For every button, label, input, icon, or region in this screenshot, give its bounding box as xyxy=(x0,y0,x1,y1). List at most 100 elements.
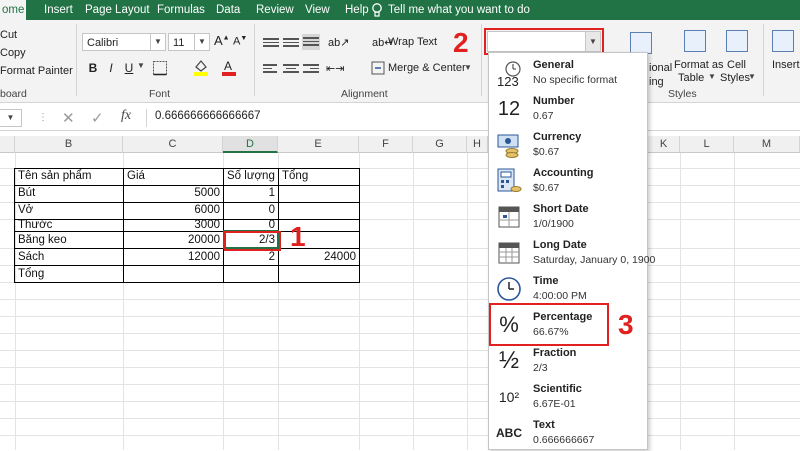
format-option-short-date[interactable]: Short Date 1/0/1900 xyxy=(489,199,647,235)
column-header-c[interactable]: C xyxy=(123,136,223,153)
chevron-down-icon[interactable]: ▼ xyxy=(708,72,716,81)
align-center-icon[interactable] xyxy=(283,62,299,76)
tab-home[interactable]: ome xyxy=(0,0,27,20)
formula-input[interactable]: 0.666666666666667 xyxy=(155,110,261,122)
borders-icon[interactable] xyxy=(152,60,168,76)
table-row-name[interactable]: Bút xyxy=(15,185,38,202)
table-row-price[interactable]: 6000 xyxy=(124,202,223,219)
align-bottom-icon[interactable] xyxy=(302,34,320,50)
conditional-formatting-button[interactable]: ional xyxy=(649,62,672,74)
format-as-table-button[interactable]: Format as xyxy=(674,59,724,71)
underline-button[interactable]: U xyxy=(120,59,138,77)
insert-function-button[interactable]: fx xyxy=(121,108,131,124)
column-header-d[interactable]: D xyxy=(223,136,278,153)
enter-icon[interactable]: ✓ xyxy=(91,109,104,127)
conditional-formatting-icon[interactable] xyxy=(630,32,652,54)
column-header-f[interactable]: F xyxy=(359,136,413,153)
table-row-qty[interactable]: 1 xyxy=(224,185,278,202)
increase-font-icon[interactable]: A▲ xyxy=(214,33,230,48)
tab-help[interactable]: Help xyxy=(343,0,371,20)
ribbon-tab-bar: ome Insert Page Layout Formulas Data Rev… xyxy=(0,0,800,20)
tell-me-search[interactable]: Tell me what you want to do xyxy=(388,0,530,20)
format-option-long-date[interactable]: Long Date Saturday, January 0, 1900 xyxy=(489,235,655,271)
cut-button[interactable]: Cut xyxy=(0,29,17,41)
format-option-number[interactable]: 12 Number 0.67 xyxy=(489,91,647,127)
cancel-icon[interactable]: ✕ xyxy=(62,109,75,127)
table-row-price[interactable]: 5000 xyxy=(124,185,223,202)
indent-icon[interactable]: ⇤⇥ xyxy=(326,62,344,75)
header-cell-quantity[interactable]: Số lượng xyxy=(224,168,278,185)
italic-button[interactable]: I xyxy=(102,59,120,77)
format-option-general[interactable]: 123 General No specific format xyxy=(489,55,647,91)
format-as-table-label-2: Table xyxy=(678,72,705,84)
annotation-box-2 xyxy=(484,28,604,55)
wrap-text-button[interactable]: Wrap Text xyxy=(388,36,437,48)
table-row-price[interactable]: 3000 xyxy=(124,219,223,231)
merge-center-button[interactable]: Merge & Center xyxy=(388,62,466,74)
format-preview: 0.67 xyxy=(533,110,554,122)
bold-button[interactable]: B xyxy=(84,59,102,77)
insert-cells-button[interactable]: Insert xyxy=(772,59,800,71)
chevron-down-icon[interactable]: ▼ xyxy=(194,34,209,50)
alignment-group-label: Alignment xyxy=(341,88,388,100)
align-right-icon[interactable] xyxy=(303,62,319,76)
fill-color-icon[interactable] xyxy=(193,58,209,76)
align-left-icon[interactable] xyxy=(263,62,279,76)
tab-view[interactable]: View xyxy=(303,0,332,20)
font-size-combo[interactable]: 11 ▼ xyxy=(168,33,210,51)
tab-data[interactable]: Data xyxy=(214,0,242,20)
format-as-table-icon[interactable] xyxy=(684,30,706,52)
table-row-price[interactable]: 20000 xyxy=(124,232,223,249)
font-group-label: Font xyxy=(149,88,171,100)
header-cell-product[interactable]: Tên sản phẩm xyxy=(15,168,95,185)
font-size-value: 11 xyxy=(173,37,185,49)
align-middle-icon[interactable] xyxy=(283,36,299,50)
cell-styles-label-2: Styles xyxy=(720,72,750,84)
format-option-text[interactable]: ABC Text 0.666666667 xyxy=(489,415,647,451)
column-header-b[interactable]: B xyxy=(15,136,123,153)
table-row-name[interactable]: Tổng xyxy=(15,266,47,283)
tab-insert[interactable]: Insert xyxy=(42,0,75,20)
column-header-l[interactable]: L xyxy=(680,136,734,153)
column-header-m[interactable]: M xyxy=(734,136,800,153)
table-row-name[interactable]: Băng keo xyxy=(15,232,70,249)
orientation-icon[interactable]: ab↗ xyxy=(328,36,349,49)
format-option-scientific[interactable]: 10² Scientific 6.67E-01 xyxy=(489,379,647,415)
cell-styles-button[interactable]: Cell xyxy=(727,59,746,71)
select-all-corner[interactable] xyxy=(0,136,15,153)
tab-page-layout[interactable]: Page Layout xyxy=(83,0,152,20)
tab-review[interactable]: Review xyxy=(254,0,296,20)
align-top-icon[interactable] xyxy=(263,36,279,50)
format-painter-button[interactable]: Format Painter xyxy=(0,65,73,77)
table-row-name[interactable]: Sách xyxy=(15,249,47,266)
chevron-down-icon[interactable]: ▼ xyxy=(137,61,145,70)
copy-button[interactable]: Copy xyxy=(0,47,26,59)
format-option-time[interactable]: Time 4:00:00 PM xyxy=(489,271,647,307)
column-header-h[interactable]: H xyxy=(467,136,488,153)
column-header-k[interactable]: K xyxy=(648,136,680,153)
font-color-icon[interactable]: A xyxy=(221,58,237,76)
name-box-dropdown[interactable]: ▼ xyxy=(0,109,22,127)
header-cell-total[interactable]: Tổng xyxy=(279,168,311,185)
table-row-qty[interactable]: 2 xyxy=(224,249,278,266)
font-name-combo[interactable]: Calibri ▼ xyxy=(82,33,166,51)
decrease-font-icon[interactable]: A▼ xyxy=(233,35,247,48)
format-preview: 2/3 xyxy=(533,362,548,374)
tab-formulas[interactable]: Formulas xyxy=(155,0,207,20)
table-row-price[interactable]: 12000 xyxy=(124,249,223,266)
chevron-down-icon[interactable]: ▼ xyxy=(464,63,472,72)
insert-cells-icon[interactable] xyxy=(772,30,794,52)
chevron-down-icon[interactable]: ▼ xyxy=(748,72,756,81)
header-cell-price[interactable]: Giá xyxy=(124,168,148,185)
format-option-fraction[interactable]: ½ Fraction 2/3 xyxy=(489,343,647,379)
table-row-qty[interactable]: 0 xyxy=(224,202,278,219)
column-header-e[interactable]: E xyxy=(278,136,359,153)
table-row-name[interactable]: Thước xyxy=(15,219,55,231)
format-option-accounting[interactable]: Accounting $0.67 xyxy=(489,163,647,199)
table-row-name[interactable]: Vở xyxy=(15,202,36,219)
format-option-currency[interactable]: Currency $0.67 xyxy=(489,127,647,163)
cell-styles-icon[interactable] xyxy=(726,30,748,52)
chevron-down-icon[interactable]: ▼ xyxy=(150,34,165,50)
column-header-g[interactable]: G xyxy=(413,136,467,153)
lightbulb-icon xyxy=(372,3,382,17)
